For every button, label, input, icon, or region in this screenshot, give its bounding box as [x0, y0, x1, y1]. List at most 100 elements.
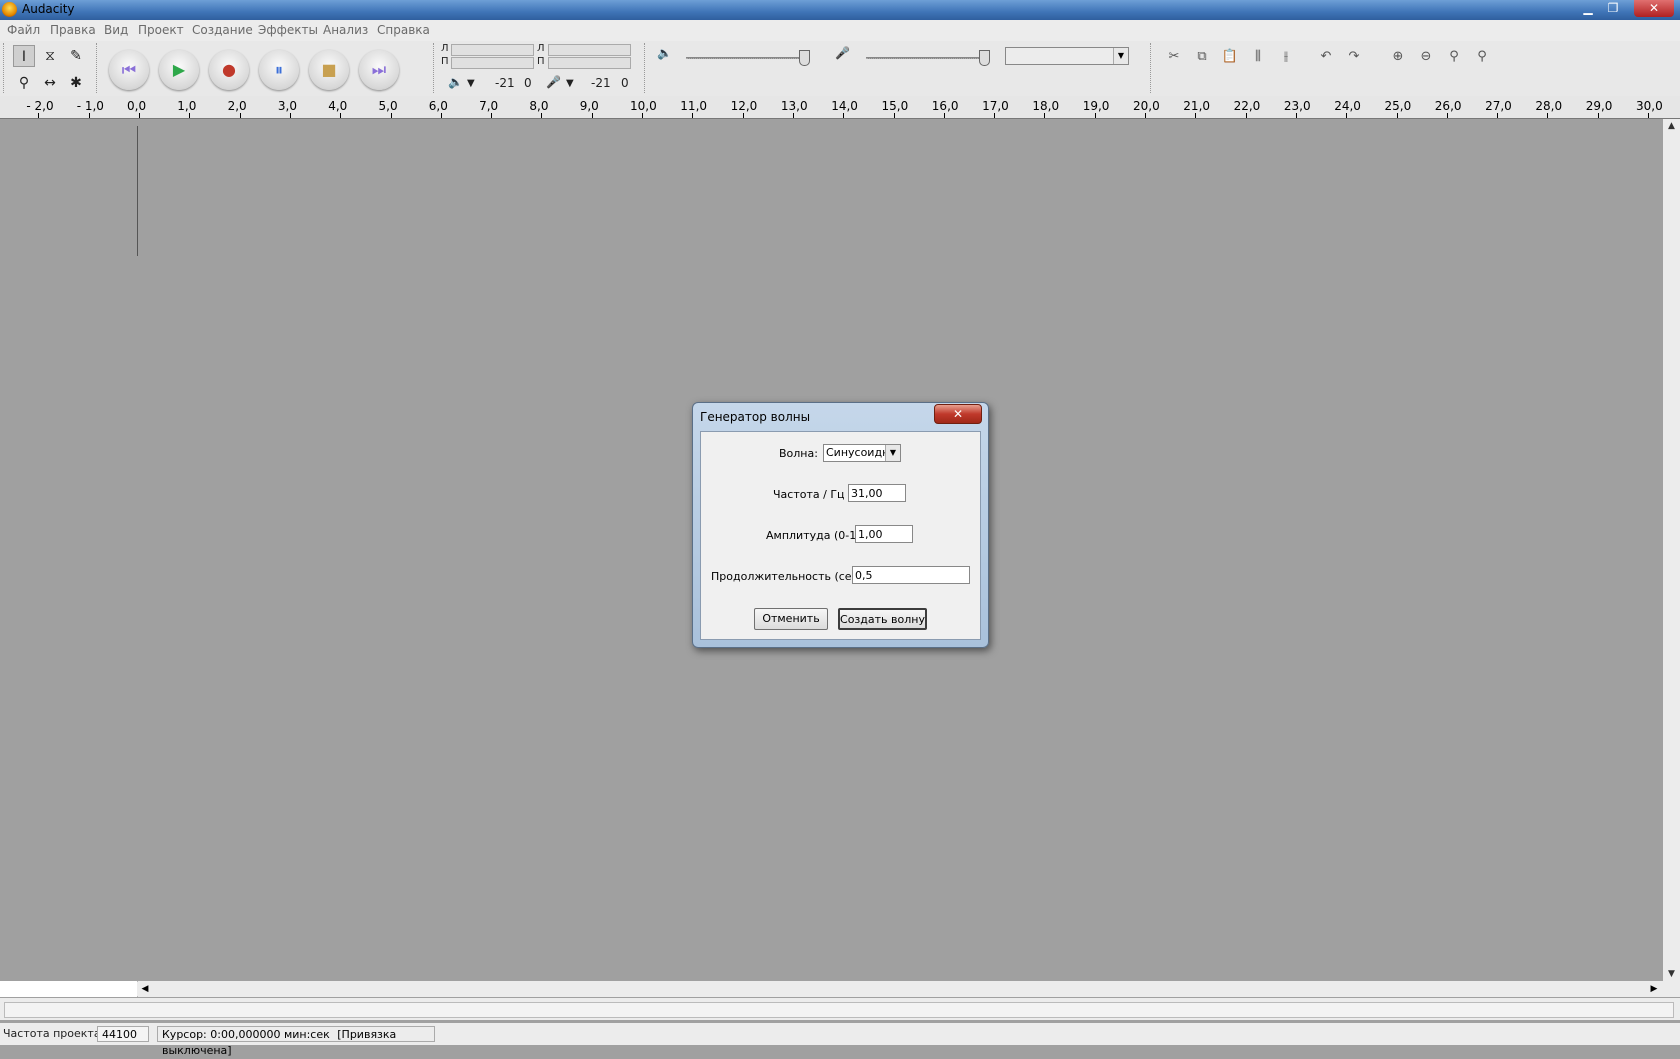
ruler-tick-label: 10,0 [630, 99, 657, 113]
ruler-tick-label: 21,0 [1183, 99, 1211, 113]
menu-view[interactable]: Вид [104, 23, 128, 37]
ruler-tick [1346, 113, 1348, 118]
dialog-title: Генератор волны [700, 410, 811, 424]
cut-icon[interactable]: ✂ [1162, 46, 1186, 68]
amplitude-input[interactable]: 1,00 [855, 525, 913, 543]
ruler-tick [239, 113, 241, 118]
ruler-tick [1547, 113, 1549, 118]
zoom-out-icon[interactable]: ⊖ [1414, 46, 1438, 68]
play-meter-left-label: Л [441, 43, 449, 54]
rec-meter-left-label: Л [537, 43, 545, 54]
minimize-button[interactable]: ▁ [1576, 0, 1600, 17]
timeline-ruler[interactable]: - 2,0 - 1,0 0,0 1,0 2,0 3,0 4,0 5,0 6,0 7,0 8,0 9,0… [0, 96, 1680, 119]
ruler-tick [692, 113, 694, 118]
input-volume-thumb[interactable] [979, 50, 990, 66]
redo-icon[interactable]: ↷ [1342, 46, 1366, 68]
waveform-select[interactable]: Синусоидн ▼ [823, 444, 901, 462]
menu-effects[interactable]: Эффекты [258, 23, 318, 37]
rec-meter-right [548, 57, 631, 69]
stop-button[interactable]: ■ [309, 50, 349, 90]
trim-icon[interactable]: ⫼ [1246, 46, 1270, 68]
create-wave-button[interactable]: Создать волну [838, 608, 927, 630]
menu-edit[interactable]: Правка [50, 23, 96, 37]
pause-button[interactable]: ⏸ [259, 50, 299, 90]
ruler-tick [1094, 113, 1096, 118]
rec-meter-dropdown-icon[interactable]: ▼ [566, 78, 574, 89]
skip-start-button[interactable]: ⏮ [109, 50, 149, 90]
zoom-in-icon[interactable]: ⊕ [1386, 46, 1410, 68]
scroll-down-icon[interactable]: ▼ [1663, 969, 1680, 979]
close-window-button[interactable]: ✕ [1634, 0, 1674, 17]
horizontal-scrollbar[interactable]: ◀ ▶ [0, 981, 1680, 997]
skip-end-button[interactable]: ⏭ [359, 50, 399, 90]
scroll-left-icon[interactable]: ◀ [137, 982, 153, 996]
fit-project-icon[interactable]: ⚲ [1470, 46, 1494, 68]
menu-help[interactable]: Справка [377, 23, 430, 37]
toolbar-grip[interactable] [433, 43, 438, 93]
amplitude-label: Амплитуда (0-1) [766, 529, 861, 542]
output-volume-slider[interactable] [686, 57, 804, 59]
undo-icon[interactable]: ↶ [1314, 46, 1338, 68]
ruler-tick [340, 113, 342, 118]
dialog-body: Волна: Синусоидн ▼ Частота / Гц 31,00 Ам… [700, 431, 981, 640]
input-source-select[interactable]: ▼ [1005, 47, 1129, 65]
ruler-tick-label: 23,0 [1283, 99, 1311, 113]
output-volume-thumb[interactable] [799, 50, 810, 66]
status-bar: Частота проекта: 44100 Курсор: 0:00,0000… [0, 1023, 1680, 1057]
ruler-tick-label: 8,0 [529, 99, 549, 113]
ruler-tick-label: 3,0 [277, 99, 297, 113]
ruler-tick [1245, 113, 1247, 118]
ruler-tick [1497, 113, 1499, 118]
paste-icon[interactable]: 📋 [1218, 46, 1242, 68]
project-rate-input[interactable]: 44100 [97, 1026, 149, 1042]
waveform-value: Синусоидн [826, 446, 890, 459]
title-bar: Audacity ▁ ❐ ✕ [0, 0, 1680, 20]
record-button[interactable]: ● [209, 50, 249, 90]
duration-input[interactable]: 0,5 [852, 566, 970, 584]
ruler-tick [943, 113, 945, 118]
fit-selection-icon[interactable]: ⚲ [1442, 46, 1466, 68]
edit-cursor [137, 126, 138, 256]
frequency-input[interactable]: 31,00 [848, 484, 906, 502]
ruler-tick-label: 11,0 [680, 99, 708, 113]
toolbar-grip[interactable] [96, 43, 101, 93]
dialog-close-button[interactable]: ✕ [934, 404, 982, 424]
ruler-tick [642, 113, 643, 118]
silence-icon[interactable]: ⫲ [1274, 46, 1298, 68]
toolbar-grip[interactable] [3, 43, 8, 93]
toolbar-grip[interactable] [644, 43, 649, 93]
play-meter-dropdown-icon[interactable]: ▼ [467, 78, 475, 89]
zoom-tool-icon[interactable]: ⚲ [13, 72, 35, 94]
vertical-scrollbar[interactable]: ▲ ▼ [1663, 119, 1680, 981]
play-meter-right [451, 57, 534, 69]
pause-icon: ⏸ [274, 60, 283, 79]
ruler-tick-label: 17,0 [982, 99, 1009, 113]
menu-generate[interactable]: Создание [192, 23, 253, 37]
tone-generator-dialog: Генератор волны ✕ Волна: Синусоидн ▼ Час… [692, 402, 989, 648]
ruler-tick [1597, 113, 1599, 118]
draw-tool-icon[interactable]: ✎ [65, 45, 87, 67]
ruler-tick-label: 12,0 [730, 99, 758, 113]
input-volume-slider[interactable] [866, 57, 984, 59]
envelope-tool-icon[interactable]: ⧖ [39, 45, 61, 67]
ruler-tick-label: 28,0 [1535, 99, 1563, 113]
menu-file[interactable]: Файл [7, 23, 40, 37]
copy-icon[interactable]: ⧉ [1190, 46, 1214, 68]
scroll-right-icon[interactable]: ▶ [1646, 982, 1662, 996]
ruler-tick-label: 20,0 [1133, 99, 1160, 113]
menu-project[interactable]: Проект [138, 23, 184, 37]
timeshift-tool-icon[interactable]: ↔ [39, 72, 61, 94]
ruler-tick-label: - 1,0 [76, 99, 104, 113]
toolbar-grip[interactable] [1150, 43, 1155, 93]
toolbar: I ⧖ ✎ ⚲ ↔ ✱ ⏮ ▶ ● ⏸ ■ ⏭ Л П Л П 🔈 ▼ -21 … [0, 41, 1680, 97]
scroll-up-icon[interactable]: ▲ [1663, 121, 1680, 131]
selection-tool-icon[interactable]: I [13, 45, 35, 67]
menu-analyze[interactable]: Анализ [323, 23, 368, 37]
waveform-label: Волна: [779, 447, 818, 460]
cancel-button[interactable]: Отменить [754, 608, 828, 630]
ruler-tick [139, 113, 140, 118]
multi-tool-icon[interactable]: ✱ [65, 72, 87, 94]
ruler-tick [440, 113, 442, 118]
maximize-button[interactable]: ❐ [1601, 0, 1625, 17]
play-button[interactable]: ▶ [159, 50, 199, 90]
